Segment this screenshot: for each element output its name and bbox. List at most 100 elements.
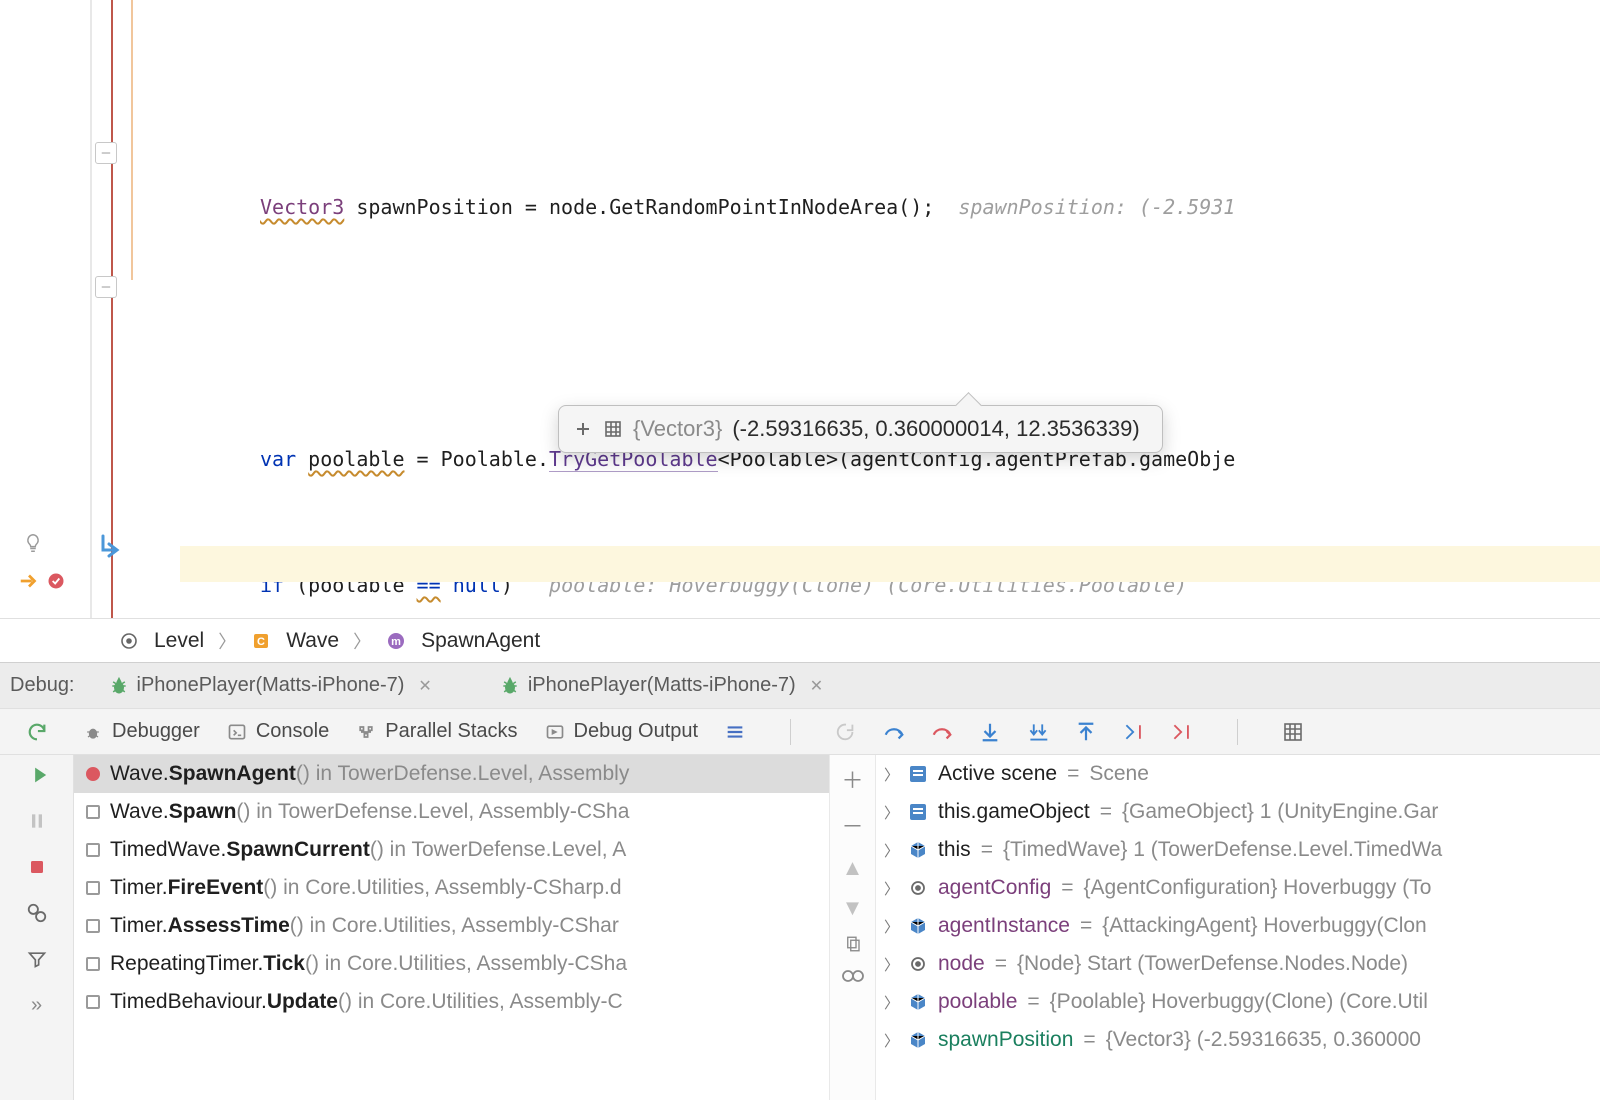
svg-text:C: C bbox=[257, 636, 265, 648]
variable-eq: = bbox=[1080, 914, 1092, 938]
chevron-right-icon[interactable]: 〉 bbox=[884, 802, 898, 823]
view-breakpoints-icon[interactable] bbox=[23, 899, 51, 927]
breadcrumb-item[interactable]: Wave bbox=[286, 629, 339, 653]
variable-name: spawnPosition bbox=[938, 1028, 1073, 1052]
table-icon[interactable] bbox=[603, 419, 623, 439]
debug-value-tooltip[interactable]: {Vector3} (-2.59316635, 0.360000014, 12.… bbox=[558, 405, 1163, 453]
code-identifier: poolable bbox=[308, 447, 404, 471]
frame-label: Timer.FireEvent() in Core.Utilities, Ass… bbox=[110, 876, 622, 900]
stack-frame-row[interactable]: RepeatingTimer.Tick() in Core.Utilities,… bbox=[74, 945, 829, 983]
frame-label: Wave.Spawn() in TowerDefense.Level, Asse… bbox=[110, 800, 629, 824]
debug-output-tab[interactable]: Debug Output bbox=[544, 720, 699, 743]
code-keyword: var bbox=[260, 447, 296, 471]
chevron-right-icon[interactable]: 〉 bbox=[884, 764, 898, 785]
code-content[interactable]: Vector3 spawnPosition = node.GetRandomPo… bbox=[180, 0, 1600, 618]
variable-eq: = bbox=[981, 838, 993, 862]
variable-row[interactable]: 〉this.gameObject = {GameObject} 1 (Unity… bbox=[876, 793, 1600, 831]
breakpoint-icon bbox=[86, 767, 100, 781]
run-to-cursor-icon[interactable] bbox=[1123, 721, 1145, 743]
parallel-stacks-tab[interactable]: Parallel Stacks bbox=[355, 720, 517, 743]
stack-frame-row[interactable]: TimedWave.SpawnCurrent() in TowerDefense… bbox=[74, 831, 829, 869]
fold-handle[interactable]: – bbox=[95, 142, 117, 164]
stack-frame-row[interactable]: Wave.SpawnAgent() in TowerDefense.Level,… bbox=[74, 755, 829, 793]
bug-icon bbox=[82, 721, 104, 743]
variable-value: {Node} Start (TowerDefense.Nodes.Node) bbox=[1017, 952, 1408, 976]
intention-bulb-icon[interactable] bbox=[22, 532, 44, 554]
breadcrumb-item[interactable]: SpawnAgent bbox=[421, 629, 540, 653]
chevron-right-icon[interactable]: 〉 bbox=[884, 916, 898, 937]
frame-label: TimedBehaviour.Update() in Core.Utilitie… bbox=[110, 990, 623, 1014]
pause-icon[interactable] bbox=[23, 807, 51, 835]
variables-panel[interactable]: 〉Active scene = Scene〉this.gameObject = … bbox=[876, 755, 1600, 1100]
variable-row[interactable]: 〉this = {TimedWave} 1 (TowerDefense.Leve… bbox=[876, 831, 1600, 869]
variable-name: agentConfig bbox=[938, 876, 1051, 900]
step-out-icon[interactable] bbox=[1075, 721, 1097, 743]
variable-kind-icon bbox=[908, 1030, 928, 1050]
debugger-tab[interactable]: Debugger bbox=[82, 720, 200, 743]
fold-handle[interactable]: – bbox=[95, 276, 117, 298]
filter-icon[interactable] bbox=[23, 945, 51, 973]
rerun-icon[interactable] bbox=[26, 721, 48, 743]
variable-value: Scene bbox=[1089, 762, 1149, 786]
frames-panel[interactable]: Wave.SpawnAgent() in TowerDefense.Level,… bbox=[74, 755, 830, 1100]
debug-side-controls: » bbox=[0, 755, 74, 1100]
variable-name: this.gameObject bbox=[938, 800, 1090, 824]
stack-frame-row[interactable]: TimedBehaviour.Update() in Core.Utilitie… bbox=[74, 983, 829, 1021]
threads-icon[interactable] bbox=[724, 721, 746, 743]
chevron-right-icon[interactable]: 〉 bbox=[884, 954, 898, 975]
variable-value: {Vector3} (-2.59316635, 0.360000 bbox=[1106, 1028, 1421, 1052]
stack-frame-row[interactable]: Wave.Spawn() in TowerDefense.Level, Asse… bbox=[74, 793, 829, 831]
remove-icon[interactable]: － bbox=[841, 809, 863, 841]
variable-value: {TimedWave} 1 (TowerDefense.Level.TimedW… bbox=[1003, 838, 1442, 862]
variable-name: Active scene bbox=[938, 762, 1057, 786]
step-over-icon[interactable] bbox=[883, 721, 905, 743]
variable-row[interactable]: 〉node = {Node} Start (TowerDefense.Nodes… bbox=[876, 945, 1600, 983]
breadcrumb[interactable]: Level 〉 C Wave 〉 m SpawnAgent bbox=[0, 618, 1600, 662]
chevron-right-icon[interactable]: 〉 bbox=[884, 992, 898, 1013]
evaluate-expression-icon[interactable] bbox=[1282, 721, 1304, 743]
up-icon[interactable]: ▲ bbox=[842, 855, 864, 881]
class-icon: C bbox=[250, 630, 272, 652]
run-to-cursor-force-icon[interactable] bbox=[1171, 721, 1193, 743]
stack-frame-row[interactable]: Timer.FireEvent() in Core.Utilities, Ass… bbox=[74, 869, 829, 907]
more-icon[interactable]: » bbox=[23, 991, 51, 1019]
variable-row[interactable]: 〉spawnPosition = {Vector3} (-2.59316635,… bbox=[876, 1021, 1600, 1059]
inlay-hint: spawnPosition: (-2.5931 bbox=[958, 195, 1235, 219]
variable-kind-icon bbox=[908, 802, 928, 822]
editor-fold-gutter: – – bbox=[90, 0, 180, 618]
console-tab[interactable]: Console bbox=[226, 720, 329, 743]
stack-frame-row[interactable]: Timer.AssessTime() in Core.Utilities, As… bbox=[74, 907, 829, 945]
variable-row[interactable]: 〉Active scene = Scene bbox=[876, 755, 1600, 793]
step-over-red-icon[interactable] bbox=[931, 721, 953, 743]
breadcrumb-item[interactable]: Level bbox=[154, 629, 204, 653]
variable-value: {AttackingAgent} Hoverbuggy(Clon bbox=[1102, 914, 1427, 938]
method-icon: m bbox=[385, 630, 407, 652]
variable-kind-icon bbox=[908, 916, 928, 936]
variable-row[interactable]: 〉poolable = {Poolable} Hoverbuggy(Clone)… bbox=[876, 983, 1600, 1021]
debug-session-tab[interactable]: iPhonePlayer(Matts-iPhone-7) ✕ bbox=[99, 670, 442, 701]
variable-row[interactable]: 〉agentConfig = {AgentConfiguration} Hove… bbox=[876, 869, 1600, 907]
resume-icon[interactable] bbox=[23, 761, 51, 789]
tooltip-value: (-2.59316635, 0.360000014, 12.3536339) bbox=[732, 416, 1139, 442]
chevron-right-icon[interactable]: 〉 bbox=[884, 840, 898, 861]
step-into-icon[interactable] bbox=[979, 721, 1001, 743]
debug-session-tab[interactable]: iPhonePlayer(Matts-iPhone-7) ✕ bbox=[490, 670, 833, 701]
down-icon[interactable]: ▼ bbox=[842, 895, 864, 921]
chevron-right-icon[interactable]: 〉 bbox=[884, 1030, 898, 1051]
close-icon[interactable]: ✕ bbox=[810, 676, 823, 696]
glasses-icon[interactable] bbox=[841, 967, 865, 983]
add-icon[interactable]: ＋ bbox=[841, 763, 863, 795]
variable-kind-icon bbox=[908, 992, 928, 1012]
code-editor[interactable]: – – Vector3 spawnPosition = node.GetRand… bbox=[0, 0, 1600, 618]
frame-marker-icon bbox=[86, 805, 100, 819]
smart-step-into-icon[interactable] bbox=[1027, 721, 1049, 743]
chevron-right-icon[interactable]: 〉 bbox=[884, 878, 898, 899]
copy-icon[interactable] bbox=[844, 935, 862, 953]
plus-icon[interactable] bbox=[573, 419, 593, 439]
chevron-right-icon: 〉 bbox=[353, 628, 371, 654]
variable-row[interactable]: 〉agentInstance = {AttackingAgent} Hoverb… bbox=[876, 907, 1600, 945]
interface-icon bbox=[118, 630, 140, 652]
show-execution-point-icon[interactable] bbox=[835, 721, 857, 743]
close-icon[interactable]: ✕ bbox=[418, 676, 431, 696]
stop-icon[interactable] bbox=[23, 853, 51, 881]
